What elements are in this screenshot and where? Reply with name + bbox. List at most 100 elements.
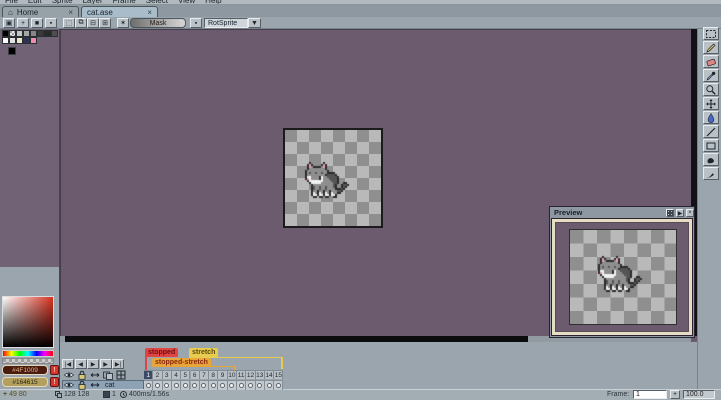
eyedropper-tool[interactable] <box>703 69 719 82</box>
onion-skin-icon[interactable] <box>102 370 114 380</box>
chevron-down-icon[interactable]: ▼ <box>248 18 261 28</box>
frame-header-6[interactable]: 6 <box>190 370 200 379</box>
add-selection-icon[interactable]: ⧉ <box>75 18 87 28</box>
saturation-value-picker[interactable] <box>2 296 54 348</box>
frame-header-13[interactable]: 13 <box>255 370 265 379</box>
frame-header-12[interactable]: 12 <box>246 370 256 379</box>
rect-marquee-tool[interactable] <box>703 27 719 40</box>
frame-header-2[interactable]: 2 <box>153 370 163 379</box>
palette-swatch[interactable] <box>2 37 9 44</box>
alpha-slider[interactable] <box>2 358 54 364</box>
frame-cell[interactable] <box>218 380 228 390</box>
close-icon[interactable]: × <box>686 209 694 217</box>
frame-header-14[interactable]: 14 <box>264 370 275 379</box>
frame-cell[interactable] <box>237 380 247 390</box>
background-color-field[interactable]: #164615 <box>2 377 48 387</box>
preview-window[interactable]: Preview ▶ × <box>549 206 695 338</box>
frame-cell[interactable] <box>274 380 284 390</box>
palette-swatch[interactable] <box>23 30 30 37</box>
lock-icon[interactable]: ▣ <box>3 18 15 28</box>
last-frame-button[interactable]: ▶| <box>112 359 124 369</box>
frame-cell[interactable] <box>209 380 219 390</box>
small-square-icon[interactable]: ▪ <box>45 18 57 28</box>
animation-tag[interactable]: stopped <box>145 348 179 357</box>
close-icon[interactable]: × <box>68 8 73 17</box>
frame-header-10[interactable]: 10 <box>227 370 237 379</box>
paint-bucket-tool[interactable] <box>703 111 719 124</box>
layer-name[interactable]: cat <box>105 382 114 389</box>
frame-header-3[interactable]: 3 <box>162 370 172 379</box>
palette-swatch[interactable] <box>30 30 37 37</box>
play-button[interactable]: ▶ <box>87 359 99 369</box>
contour-tool[interactable] <box>703 153 719 166</box>
frame-header-15[interactable]: 15 <box>274 370 284 379</box>
frame-header-11[interactable]: 11 <box>237 370 247 379</box>
frame-cell[interactable] <box>264 380 275 390</box>
frame-header-7[interactable]: 7 <box>199 370 210 379</box>
palette-swatch[interactable] <box>16 37 23 44</box>
prev-frame-button[interactable]: ◀ <box>74 359 87 369</box>
eye-icon[interactable] <box>63 381 75 389</box>
frame-cell[interactable] <box>199 380 210 390</box>
frame-cell[interactable] <box>190 380 200 390</box>
palette-swatch[interactable] <box>9 37 16 44</box>
add-frame-button[interactable]: + <box>670 390 680 399</box>
line-tool[interactable] <box>703 125 719 138</box>
frame-input[interactable]: 1 <box>633 390 667 399</box>
palette-swatch[interactable] <box>37 30 44 37</box>
replace-selection-icon[interactable]: ⬚ <box>63 18 75 28</box>
palette-warning-icon[interactable]: ! <box>50 377 59 387</box>
add-icon[interactable]: + <box>17 18 29 28</box>
frame-cell[interactable] <box>171 380 182 390</box>
tab-document[interactable]: cat.ase × <box>81 6 158 17</box>
transparent-color-mask-bar[interactable]: Mask <box>130 18 186 28</box>
palette-swatch[interactable] <box>51 30 58 37</box>
first-frame-button[interactable]: |◀ <box>62 359 74 369</box>
continuous-icon[interactable] <box>89 370 101 379</box>
move-tool[interactable] <box>703 97 719 110</box>
frame-cell[interactable] <box>255 380 265 390</box>
frame-cell[interactable] <box>144 380 154 390</box>
palette-swatch[interactable] <box>9 30 16 37</box>
pencil-tool[interactable] <box>703 41 719 54</box>
palette-swatch[interactable] <box>16 30 23 37</box>
eye-icon[interactable] <box>63 370 75 379</box>
frame-cell[interactable] <box>181 380 191 390</box>
jumble-tool[interactable] <box>703 167 719 180</box>
subtract-selection-icon[interactable]: ⊟ <box>87 18 99 28</box>
eraser-tool[interactable] <box>703 55 719 68</box>
palette-swatch[interactable] <box>30 37 37 44</box>
frame-cell[interactable] <box>246 380 256 390</box>
lock-icon[interactable] <box>76 370 88 380</box>
animation-tag[interactable]: stretch <box>189 348 219 357</box>
selected-palette-swatch[interactable] <box>8 47 16 55</box>
palette-swatch[interactable] <box>2 30 9 37</box>
rotation-algorithm-select[interactable]: RotSprite <box>204 18 248 28</box>
tab-home[interactable]: ⌂ Home × <box>2 6 79 17</box>
next-frame-button[interactable]: ▶ <box>99 359 112 369</box>
palette-swatch[interactable] <box>23 37 30 44</box>
square-icon[interactable]: ■ <box>31 18 43 28</box>
zoom-tool[interactable] <box>703 83 719 96</box>
frame-header-5[interactable]: 5 <box>181 370 191 379</box>
frame-cell[interactable] <box>162 380 172 390</box>
foreground-color-field[interactable]: #4F1009 <box>2 365 48 375</box>
zoom-level[interactable]: 100.0 <box>683 390 715 399</box>
pixel-icon[interactable]: ▪ <box>190 18 202 28</box>
play-icon[interactable]: ▶ <box>676 209 684 217</box>
grid-icon[interactable] <box>666 209 674 217</box>
frame-header-9[interactable]: 9 <box>218 370 228 379</box>
palette-swatch[interactable] <box>44 30 51 37</box>
close-icon[interactable]: × <box>147 8 152 17</box>
frame-cell[interactable] <box>153 380 163 390</box>
scrollbar-thumb[interactable] <box>65 336 528 342</box>
rectangle-tool[interactable] <box>703 139 719 152</box>
continuous-icon[interactable] <box>89 381 101 389</box>
frame-header-4[interactable]: 4 <box>171 370 182 379</box>
sparkle-icon[interactable]: ✶ <box>117 18 129 28</box>
lock-icon[interactable] <box>76 380 88 390</box>
palette-warning-icon[interactable]: ! <box>50 365 59 375</box>
grid-icon[interactable] <box>115 370 127 379</box>
frame-header-8[interactable]: 8 <box>209 370 219 379</box>
sprite-canvas[interactable] <box>283 128 383 228</box>
